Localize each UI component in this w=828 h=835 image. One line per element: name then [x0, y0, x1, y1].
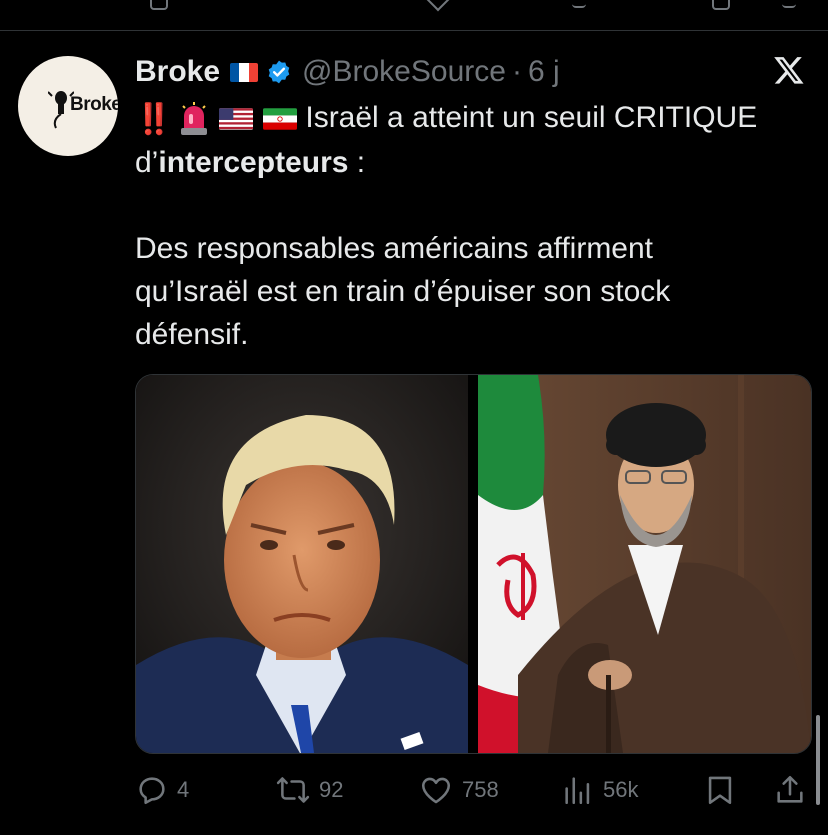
- repost-button[interactable]: 92: [275, 770, 343, 810]
- avatar[interactable]: Broke: [18, 56, 118, 156]
- photo-left[interactable]: [136, 375, 468, 753]
- x-logo-icon[interactable]: [772, 54, 806, 86]
- prev-share-icon[interactable]: [782, 0, 796, 8]
- emoji-row: ‼️: [135, 98, 298, 141]
- bookmark-icon: [708, 776, 732, 805]
- flag-iran-icon: [263, 108, 298, 130]
- prev-reply-icon[interactable]: [150, 0, 168, 10]
- views-button[interactable]: 56k: [561, 770, 638, 810]
- flag-us-icon: [219, 108, 254, 130]
- like-count: 758: [462, 777, 499, 802]
- verified-badge-icon: [268, 60, 290, 84]
- like-button[interactable]: 758: [418, 770, 499, 810]
- tweet-line-2-suffix: :: [348, 145, 366, 179]
- tweet-paragraph-2-line-3: défensif.: [135, 317, 249, 351]
- tweet-divider: [0, 30, 828, 31]
- tweet-line-1: Israël a atteint un seuil CRITIQUE: [305, 101, 758, 134]
- prev-bookmark-icon[interactable]: [712, 0, 730, 10]
- like-icon: [421, 777, 451, 804]
- views-icon: [565, 777, 590, 805]
- photo-right[interactable]: [478, 375, 811, 753]
- police-light-icon: [181, 102, 208, 136]
- tweet-line-2-prefix: d’: [135, 145, 159, 179]
- reply-button[interactable]: 4: [135, 770, 189, 810]
- bookmark-button[interactable]: [703, 770, 745, 810]
- author-name[interactable]: Broke: [135, 55, 220, 89]
- avatar-brand-text: Broke: [70, 94, 118, 115]
- tweet-header: Broke @BrokeSource · 6 j: [135, 52, 560, 92]
- tweet-paragraph-2-line-1: Des responsables américains affirment: [135, 231, 654, 265]
- tweet-paragraph-2-line-2: qu’Israël est en train d’épuiser son sto…: [135, 274, 671, 308]
- previous-tweet-actions: [0, 0, 828, 12]
- tweet-media[interactable]: [135, 374, 812, 754]
- share-icon: [777, 775, 803, 803]
- repost-icon: [276, 777, 310, 803]
- tweet-time[interactable]: 6 j: [528, 55, 560, 89]
- share-button[interactable]: [773, 770, 815, 810]
- reply-count: 4: [177, 777, 190, 802]
- flag-france-icon: [230, 62, 259, 82]
- tweet-text: ‼️ Israël a atteint un seuil CRITIQUE d’…: [135, 96, 815, 356]
- repost-count: 92: [319, 777, 344, 802]
- time-separator: ·: [511, 55, 522, 88]
- scrollbar[interactable]: [816, 715, 820, 805]
- double-exclamation-icon: ‼️: [135, 102, 172, 136]
- reply-icon: [139, 777, 165, 805]
- prev-like-icon[interactable]: [426, 0, 450, 12]
- tweet-actions: 4 92 758 56k: [135, 770, 815, 810]
- prev-views-icon[interactable]: [572, 0, 586, 8]
- views-count: 56k: [603, 777, 639, 802]
- tweet-line-2-bold: intercepteurs: [158, 145, 349, 179]
- author-handle[interactable]: @BrokeSource: [302, 55, 506, 89]
